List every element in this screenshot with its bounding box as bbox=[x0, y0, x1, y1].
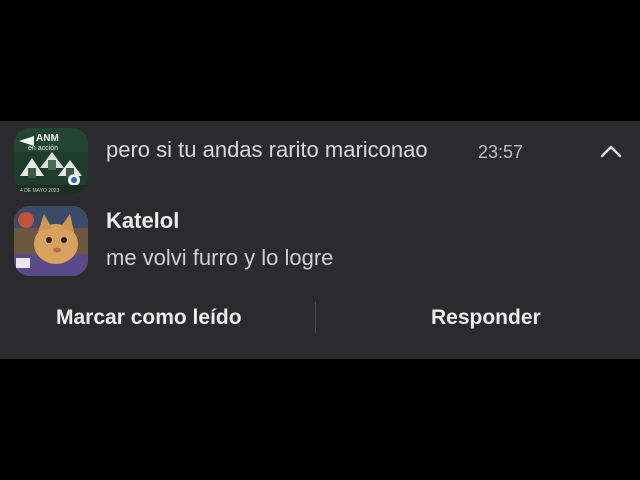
group-logo-subtext: en acción bbox=[28, 145, 58, 152]
group-logo-text: ANM bbox=[36, 133, 59, 144]
sender-name: Katelol bbox=[106, 208, 180, 233]
message-notification[interactable]: ANM en acción 4 DE MAYO 2023 pero si tu … bbox=[0, 121, 640, 359]
group-avatar-footer: 4 DE MAYO 2023 bbox=[20, 188, 60, 194]
sender-avatar bbox=[14, 206, 88, 276]
message-text: me volvi furro y lo logre bbox=[106, 245, 334, 270]
reply-button[interactable]: Responder bbox=[431, 306, 541, 330]
group-avatar: ANM en acción 4 DE MAYO 2023 bbox=[14, 128, 88, 194]
mark-as-read-button[interactable]: Marcar como leído bbox=[56, 306, 242, 330]
cat-avatar-image bbox=[14, 206, 88, 276]
group-avatar-image: ANM en acción 4 DE MAYO 2023 bbox=[14, 128, 88, 194]
actions-divider bbox=[315, 302, 316, 333]
collapse-button[interactable] bbox=[598, 141, 624, 161]
notification-timestamp: 23:57 bbox=[478, 142, 524, 162]
conversation-title: pero si tu andas rarito mariconao bbox=[106, 137, 428, 162]
chevron-up-icon bbox=[600, 145, 622, 158]
